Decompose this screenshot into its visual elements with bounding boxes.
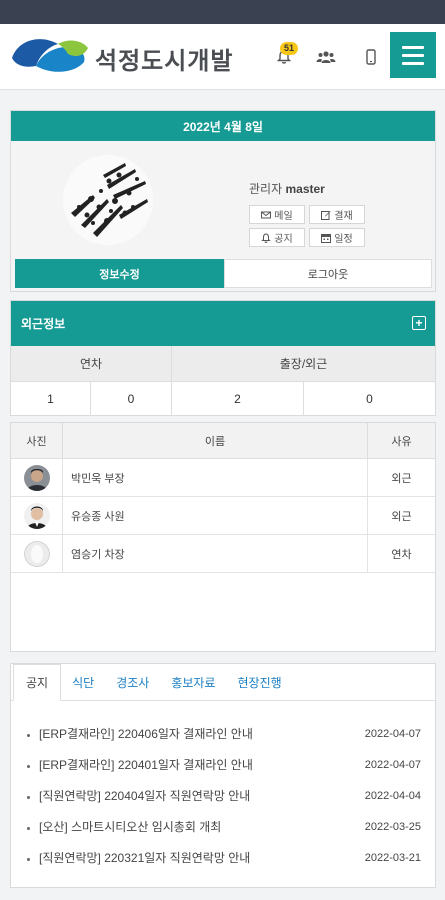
list-item[interactable]: [오산] 스마트시티오산 임시총회 개최 2022-03-25 <box>11 811 435 842</box>
trip-value-2: 0 <box>366 392 373 406</box>
trip-header: 출장/외근 <box>279 357 328 371</box>
edit-icon <box>321 210 331 220</box>
mail-icon <box>261 211 272 218</box>
notice-title: [ERP결재라인] 220401일자 결재라인 안내 <box>39 758 253 772</box>
user-name: 관리자 master <box>249 180 325 197</box>
staff-reason: 외근 <box>391 510 412 523</box>
mail-button[interactable]: 메일 <box>249 205 305 224</box>
outside-table-header: 연차 출장/외근 <box>11 346 435 382</box>
trip-value-1: 2 <box>172 382 304 416</box>
staff-reason: 외근 <box>391 472 412 485</box>
tab-logout[interactable]: 로그아웃 <box>224 259 432 288</box>
list-item[interactable]: [직원연락망] 220321일자 직원연락망 안내 2022-03-21 <box>11 842 435 873</box>
notice-date: 2022-04-07 <box>364 758 421 771</box>
notice-title: [오산] 스마트시티오산 임시총회 개최 <box>39 820 222 834</box>
app-header: 석정도시개발 51 <box>0 24 445 90</box>
notification-count-badge: 51 <box>280 42 299 55</box>
tab-events[interactable]: 경조사 <box>105 664 160 700</box>
staff-avatar <box>23 502 50 529</box>
company-logo[interactable] <box>10 32 90 82</box>
bell-icon <box>261 232 272 243</box>
notice-date: 2022-04-07 <box>364 727 421 740</box>
notice-date: 2022-03-21 <box>364 851 421 864</box>
board-card: 공지 식단 경조사 홍보자료 현장진행 [ERP결재라인] 220406일자 결… <box>10 663 436 888</box>
leave-header: 연차 <box>11 346 172 381</box>
staff-table-header: 사진 이름 사유 <box>11 423 435 459</box>
staff-avatar <box>23 464 50 491</box>
list-item[interactable]: [ERP결재라인] 220406일자 결재라인 안내 2022-04-07 <box>11 718 435 749</box>
profile-card: 2022년 4월 8일 관리자 master 메일 결재 공지 일정 정보수정 … <box>10 110 436 292</box>
leave-value-2: 0 <box>91 382 172 416</box>
notice-date: 2022-03-25 <box>364 820 421 833</box>
approval-button[interactable]: 결재 <box>309 205 365 224</box>
outside-table-values: 1 0 2 0 <box>11 382 435 416</box>
add-icon[interactable]: + <box>412 316 426 330</box>
staff-name: 박민욱 부장 <box>63 459 368 496</box>
outside-info-card: 외근정보 + 연차 출장/외근 1 0 2 0 <box>10 300 436 416</box>
mobile-icon[interactable] <box>357 43 385 71</box>
staff-status-card: 사진 이름 사유 박민욱 부장 외근 유승종 사원 외근 염승기 차장 연차 <box>10 422 436 652</box>
tab-menu[interactable]: 식단 <box>61 664 105 700</box>
calendar-icon <box>321 233 332 243</box>
top-status-bar <box>0 0 445 24</box>
leave-value-1: 1 <box>11 382 91 416</box>
table-row[interactable]: 염승기 차장 연차 <box>11 535 435 573</box>
notice-list: [ERP결재라인] 220406일자 결재라인 안내 2022-04-07 [E… <box>11 701 435 873</box>
hamburger-icon[interactable] <box>390 32 436 78</box>
photo-header: 사진 <box>11 423 63 458</box>
user-id: master <box>285 182 325 196</box>
board-tabs: 공지 식단 경조사 홍보자료 현장진행 <box>11 664 435 701</box>
reason-header: 사유 <box>391 435 412 448</box>
notice-button[interactable]: 공지 <box>249 228 305 247</box>
user-role: 관리자 <box>249 182 283 196</box>
name-header: 이름 <box>63 423 368 458</box>
tab-edit-info[interactable]: 정보수정 <box>15 259 224 288</box>
brand-title: 석정도시개발 <box>95 47 234 75</box>
tab-pr[interactable]: 홍보자료 <box>160 664 226 700</box>
people-icon[interactable] <box>312 43 340 71</box>
staff-name: 유승종 사원 <box>63 497 368 534</box>
notice-title: [ERP결재라인] 220406일자 결재라인 안내 <box>39 727 253 741</box>
notice-title: [직원연락망] 220404일자 직원연락망 안내 <box>39 789 251 803</box>
table-row[interactable]: 박민욱 부장 외근 <box>11 459 435 497</box>
staff-avatar <box>23 540 50 567</box>
table-row[interactable]: 유승종 사원 외근 <box>11 497 435 535</box>
outside-info-header: 외근정보 + <box>11 301 435 346</box>
outside-info-title: 외근정보 <box>21 317 66 331</box>
staff-name: 염승기 차장 <box>63 535 368 572</box>
notice-title: [직원연락망] 220321일자 직원연락망 안내 <box>39 851 251 865</box>
profile-avatar <box>63 155 153 245</box>
list-item[interactable]: [직원연락망] 220404일자 직원연락망 안내 2022-04-04 <box>11 780 435 811</box>
notice-date: 2022-04-04 <box>364 789 421 802</box>
tab-notice[interactable]: 공지 <box>13 664 62 701</box>
current-date: 2022년 4월 8일 <box>11 111 435 141</box>
profile-tabs: 정보수정 로그아웃 <box>15 259 432 288</box>
list-item[interactable]: [ERP결재라인] 220401일자 결재라인 안내 2022-04-07 <box>11 749 435 780</box>
tab-site-progress[interactable]: 현장진행 <box>226 664 292 700</box>
staff-reason: 연차 <box>391 548 412 561</box>
schedule-button[interactable]: 일정 <box>309 228 365 247</box>
